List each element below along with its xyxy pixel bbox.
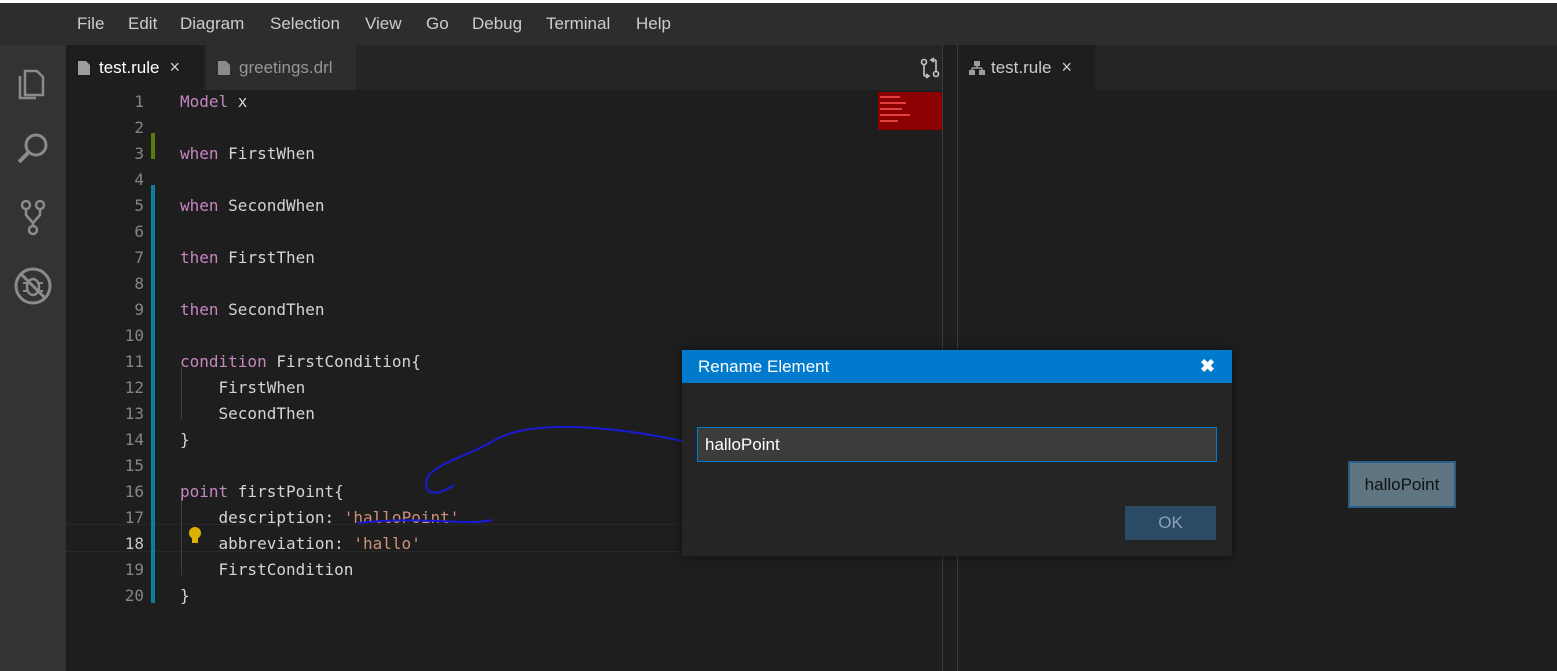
annotation-scribble <box>357 425 701 524</box>
diagram-node[interactable]: halloPoint <box>1348 461 1456 508</box>
close-icon[interactable]: ✖ <box>1200 356 1215 377</box>
rename-input[interactable] <box>697 427 1217 462</box>
rename-dialog: Rename Element ✖ OK <box>682 350 1232 556</box>
dialog-title: Rename Element <box>698 357 830 376</box>
ok-button[interactable]: OK <box>1125 506 1216 540</box>
dialog-title-bar: Rename Element ✖ <box>682 350 1232 383</box>
node-label: halloPoint <box>1364 474 1440 494</box>
